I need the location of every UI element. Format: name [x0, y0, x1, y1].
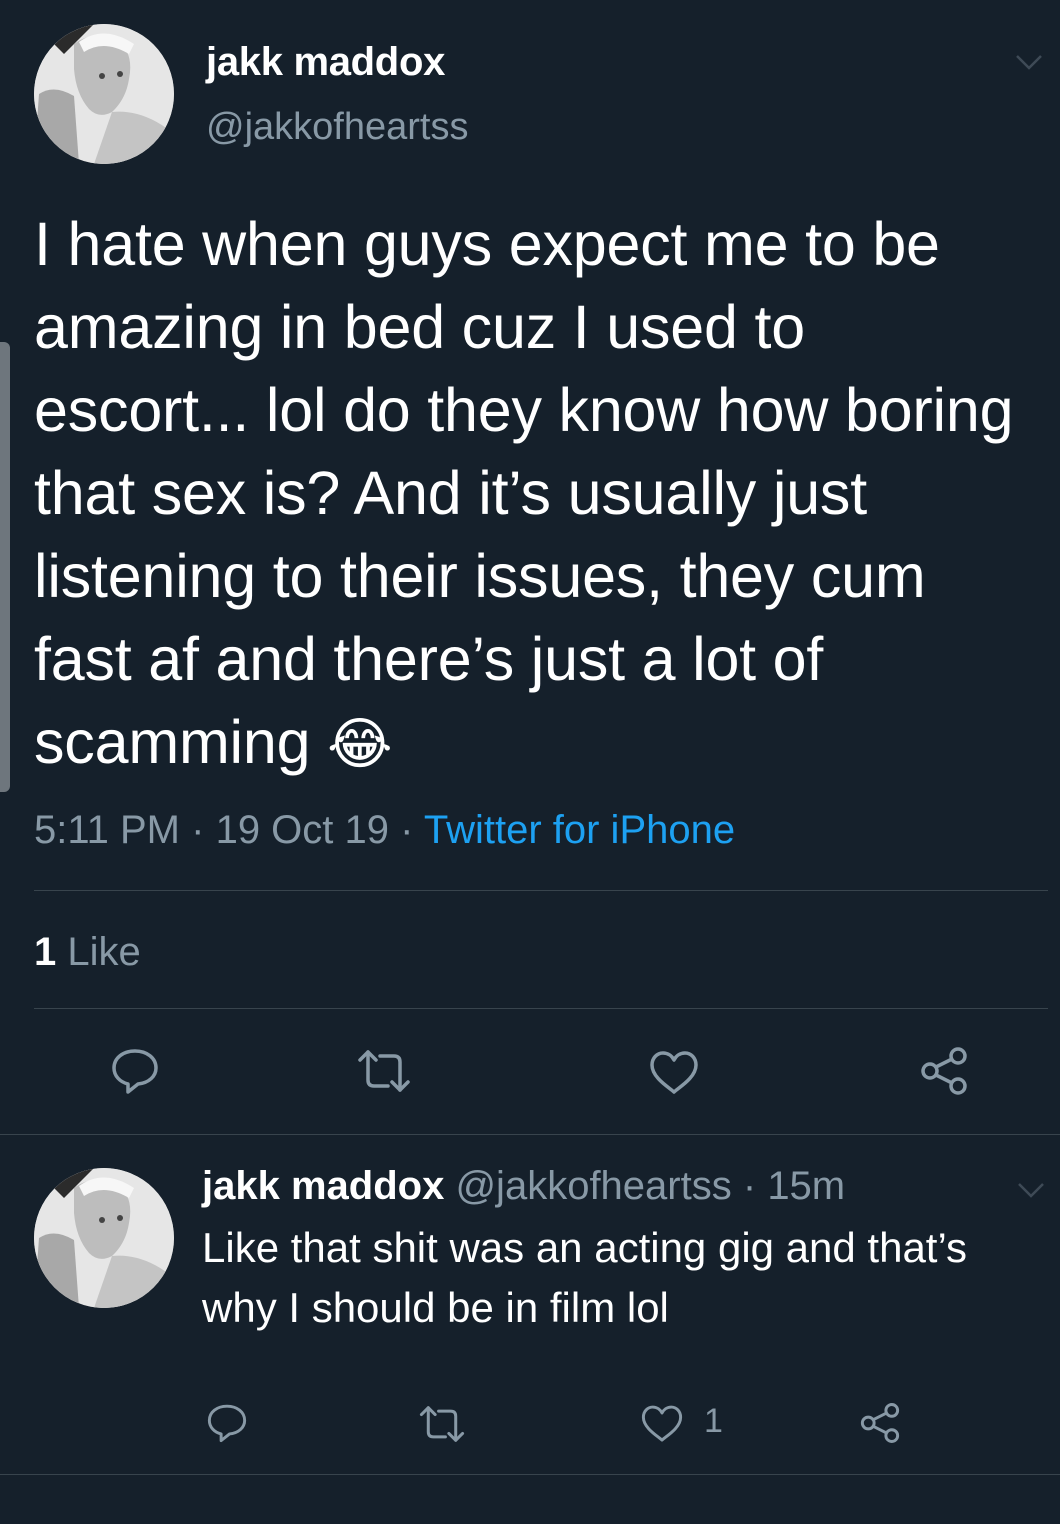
reply-text: Like that shit was an acting gig and tha… [202, 1224, 968, 1331]
reply-handle[interactable]: @jakkofheartss [455, 1164, 731, 1208]
retweet-icon[interactable] [356, 1048, 412, 1094]
tweet-time: 5:11 PM [34, 808, 180, 852]
tweet-body: I hate when guys expect me to be amazing… [34, 210, 1014, 776]
reply-like-count: 1 [704, 1402, 723, 1440]
chevron-down-icon[interactable] [1014, 52, 1044, 72]
meta-separator: · [400, 808, 414, 852]
author-handle[interactable]: @jakkofheartss [206, 106, 468, 149]
likes-summary[interactable]: 1 Like [34, 930, 141, 975]
avatar-photo [34, 1168, 174, 1308]
reply-icon[interactable] [110, 1046, 160, 1096]
tweet-source-link[interactable]: Twitter for iPhone [424, 808, 735, 852]
heart-icon[interactable] [640, 1404, 684, 1444]
likes-count: 1 [34, 930, 57, 974]
reply-display-name[interactable]: jakk maddox [202, 1164, 444, 1208]
tweet-text: I hate when guys expect me to be amazing… [34, 203, 1034, 785]
heart-icon[interactable] [648, 1050, 700, 1096]
reply-avatar[interactable] [34, 1168, 174, 1308]
meta-separator: · [742, 1164, 757, 1208]
divider [34, 1008, 1048, 1009]
likes-label: Like [67, 930, 141, 974]
meta-separator: · [191, 808, 205, 852]
tweet-meta: 5:11 PM · 19 Oct 19 · Twitter for iPhone [34, 808, 735, 853]
tears-of-joy-emoji-icon: 😂 [327, 712, 393, 775]
chevron-down-icon[interactable] [1016, 1180, 1046, 1200]
reply-header: jakk maddox @jakkofheartss · 15m [202, 1164, 845, 1209]
avatar-photo [34, 24, 174, 164]
tweet-date: 19 Oct 19 [215, 808, 390, 852]
avatar[interactable] [34, 24, 174, 164]
share-icon[interactable] [918, 1046, 970, 1096]
reply-age: 15m [767, 1164, 846, 1208]
reply-icon[interactable] [206, 1402, 248, 1444]
share-icon[interactable] [858, 1402, 902, 1444]
scrollbar[interactable] [0, 342, 10, 792]
author-display-name[interactable]: jakk maddox [206, 40, 445, 85]
divider [0, 1474, 1060, 1475]
divider [34, 890, 1048, 891]
divider [0, 1134, 1060, 1135]
retweet-icon[interactable] [418, 1404, 466, 1444]
